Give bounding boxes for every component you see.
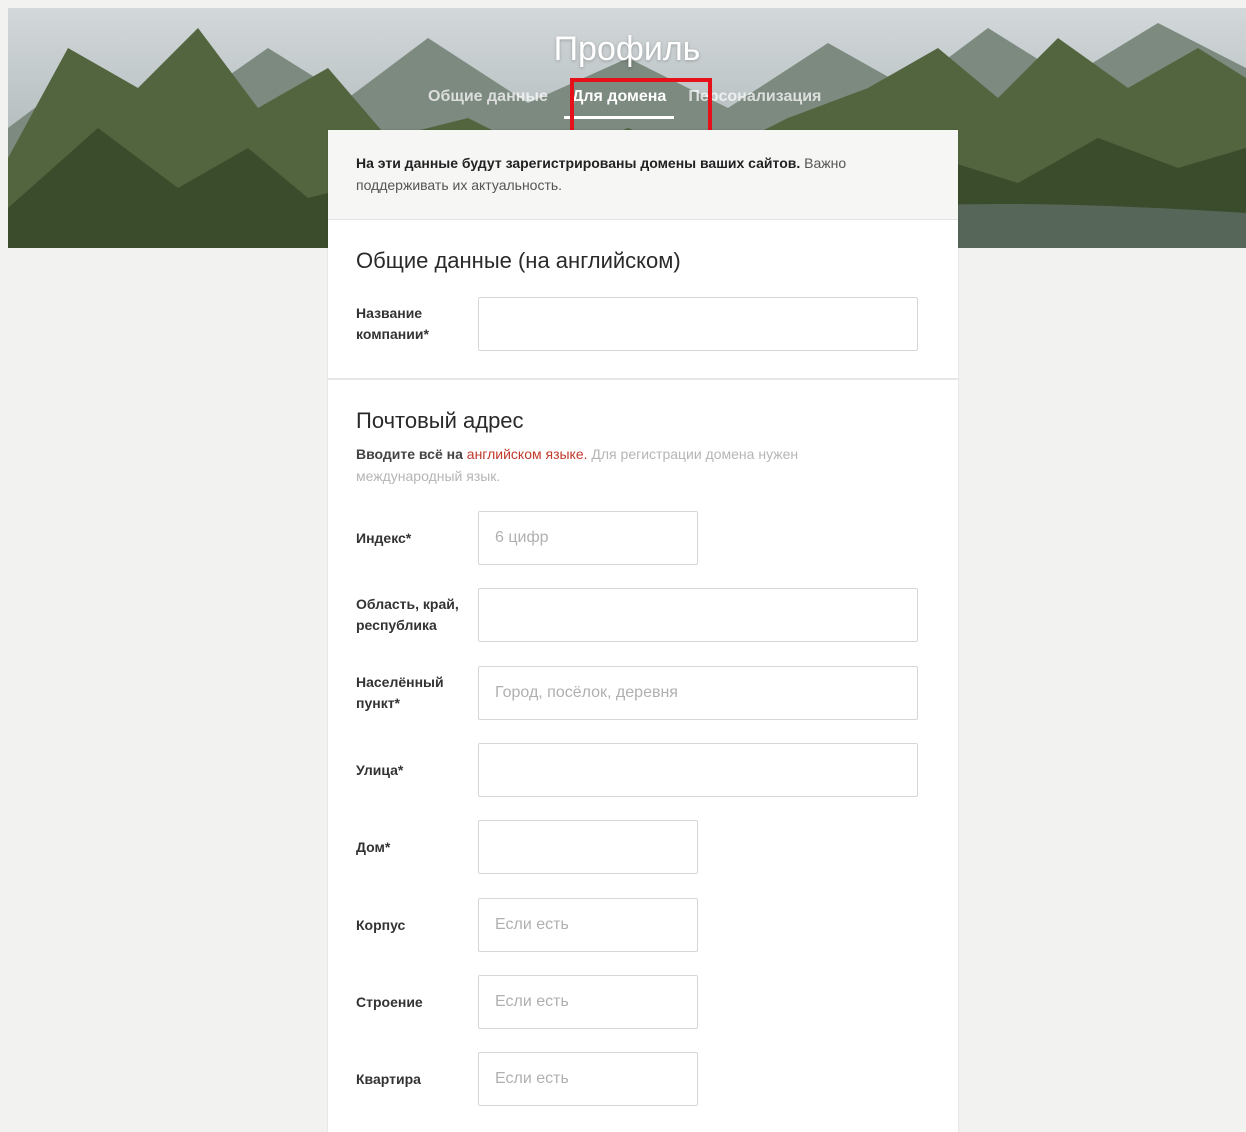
domain-profile-card: На эти данные будут зарегистрированы дом… <box>328 130 958 1132</box>
structure-label: Строение <box>356 993 423 1010</box>
house-label: Дом* <box>356 838 391 855</box>
page-title: Профиль <box>553 30 701 68</box>
postal-hint: Вводите всё на английском языке. Для рег… <box>356 443 896 487</box>
general-data-title: Общие данные (на английском) <box>356 248 681 273</box>
region-input[interactable] <box>478 588 918 642</box>
tab-personalization[interactable]: Персонализация <box>680 84 829 116</box>
street-label: Улица* <box>356 761 404 778</box>
apartment-input[interactable] <box>478 1052 698 1106</box>
hint-english: английском языке. <box>466 446 588 462</box>
city-label: Населённый пункт* <box>356 674 444 711</box>
tab-for-domain[interactable]: Для домена <box>563 84 675 119</box>
street-input[interactable] <box>478 743 918 797</box>
city-row: Населённый пункт* <box>356 666 918 720</box>
city-input[interactable] <box>478 666 918 720</box>
apartment-label: Квартира <box>356 1070 421 1087</box>
profile-tabs: Общие данные Для домена Персонализация <box>420 84 829 120</box>
building-row: Корпус <box>356 898 698 952</box>
company-row: Название компании* <box>356 297 918 351</box>
house-row: Дом* <box>356 820 698 874</box>
company-name-label: Название компании* <box>356 305 429 342</box>
domain-notice: На эти данные будут зарегистрированы дом… <box>328 130 958 220</box>
region-row: Область, край, республика <box>356 588 918 642</box>
postal-address-title: Почтовый адрес <box>356 408 524 433</box>
index-label: Индекс* <box>356 529 412 546</box>
index-row: Индекс* <box>356 511 698 565</box>
postal-address-section: Почтовый адрес <box>328 408 552 434</box>
tab-general-data[interactable]: Общие данные <box>420 84 556 116</box>
notice-bold-text: На эти данные будут зарегистрированы дом… <box>356 155 801 171</box>
index-input[interactable] <box>478 511 698 565</box>
building-input[interactable] <box>478 898 698 952</box>
structure-row: Строение <box>356 975 698 1029</box>
structure-input[interactable] <box>478 975 698 1029</box>
hint-lead: Вводите всё на <box>356 446 467 462</box>
region-label: Область, край, республика <box>356 596 459 633</box>
house-input[interactable] <box>478 820 698 874</box>
company-name-input[interactable] <box>478 297 918 351</box>
building-label: Корпус <box>356 916 406 933</box>
apartment-row: Квартира <box>356 1052 698 1106</box>
street-row: Улица* <box>356 743 918 797</box>
